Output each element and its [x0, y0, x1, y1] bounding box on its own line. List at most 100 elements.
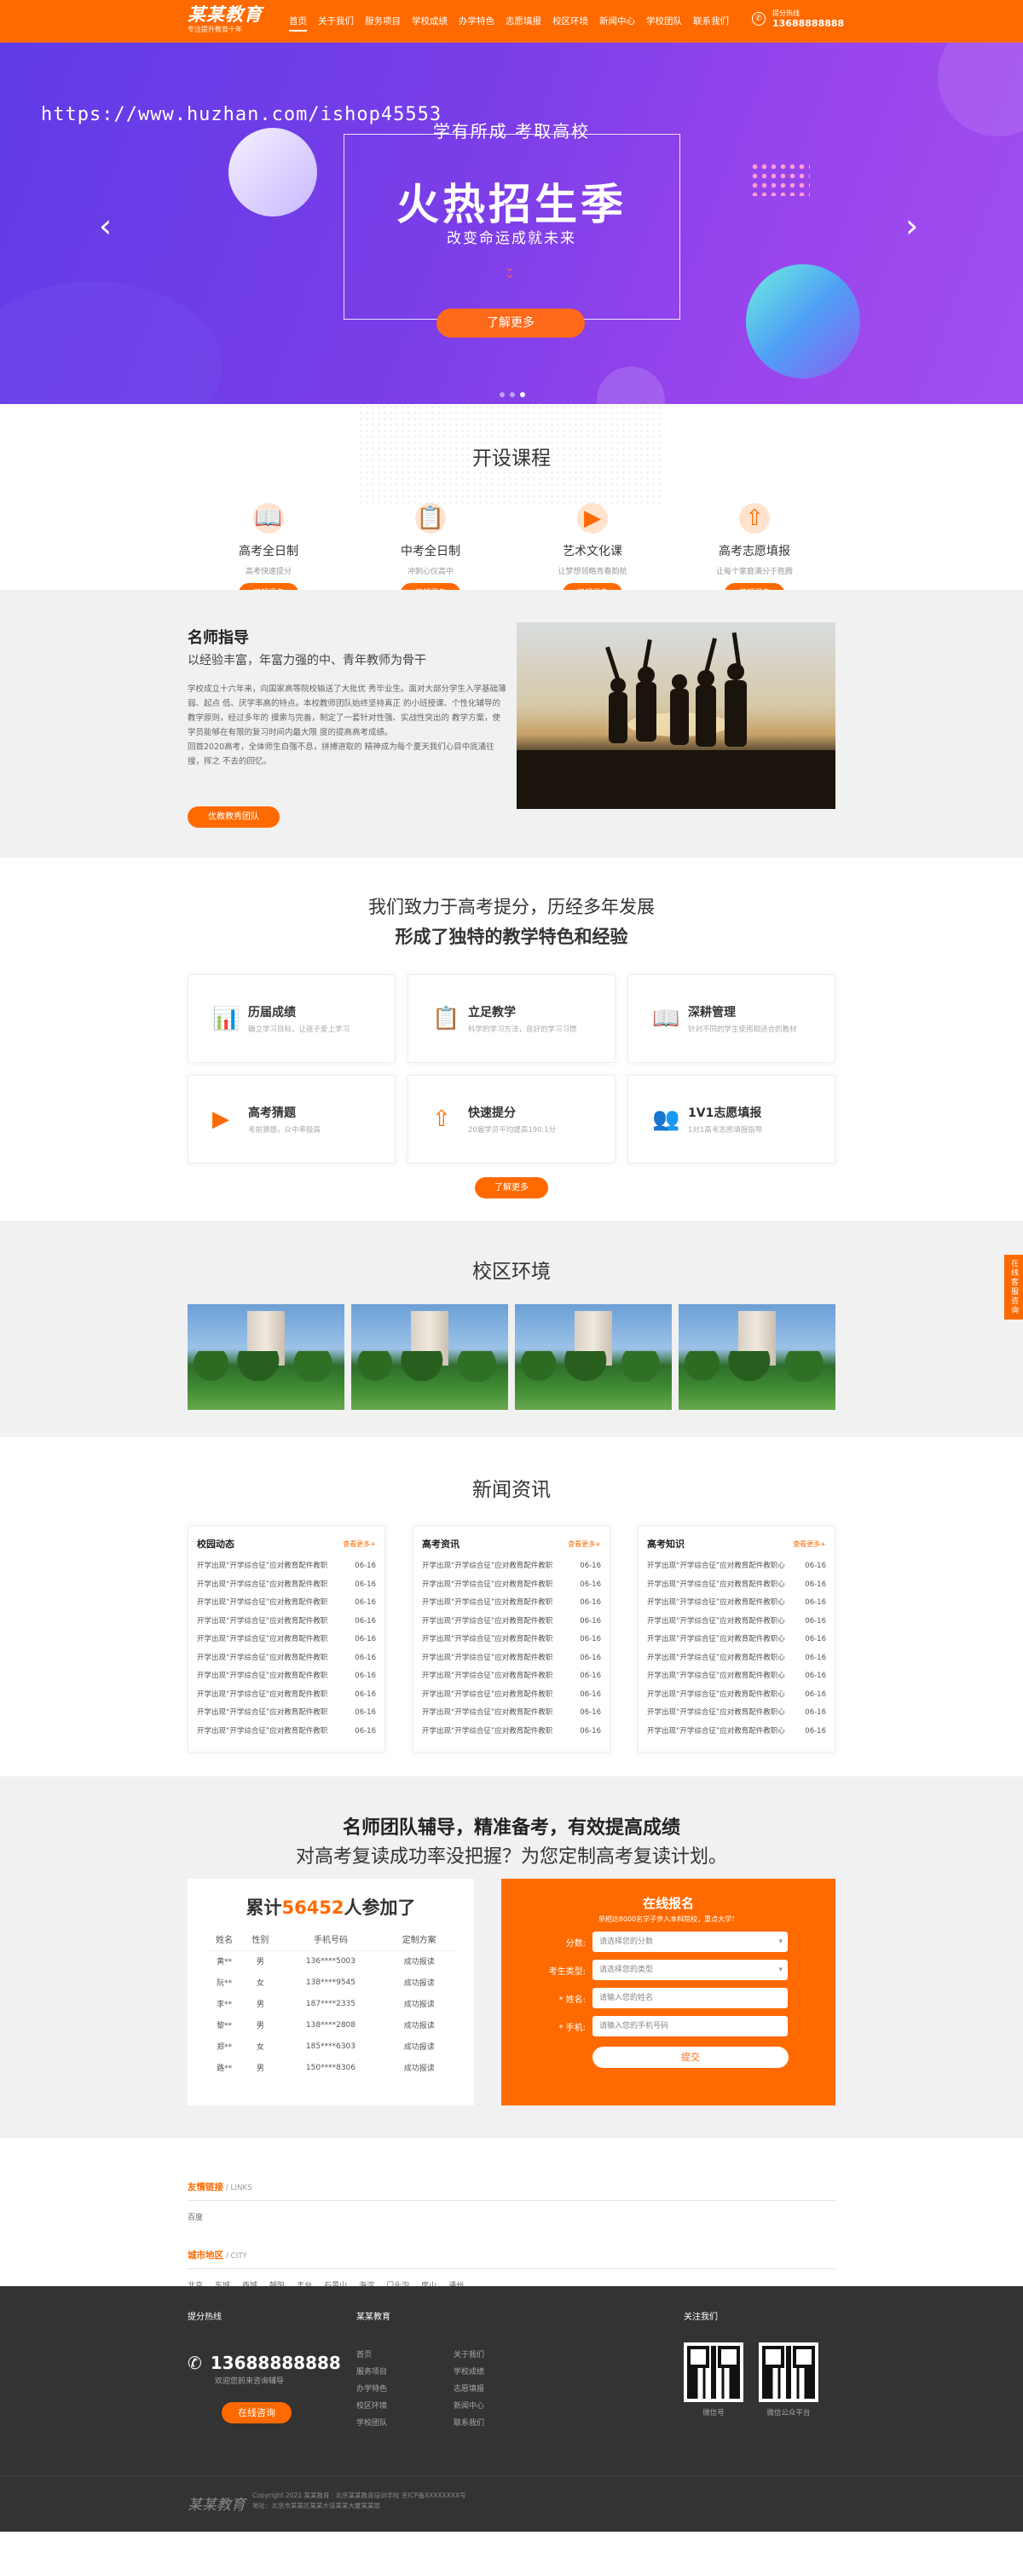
course-card: 📖 高考全日制 高考快速提分 了解报名	[188, 500, 350, 604]
name-input[interactable]: 请输入您的姓名	[592, 1988, 788, 2008]
news-item[interactable]: 开学出现“开学综合征”应对教育配件教职心 06-16	[647, 1723, 826, 1741]
news-item[interactable]: 开学出现“开学综合征”应对教育配件教职 06-16	[197, 1667, 376, 1686]
view-more-link[interactable]: 查看更多+	[568, 1539, 601, 1549]
news-item[interactable]: 开学出现“开学综合征”应对教育配件教职 06-16	[422, 1594, 601, 1613]
news-item[interactable]: 开学出现“开学综合征”应对教育配件教职 06-16	[422, 1667, 601, 1686]
nav-features[interactable]: 办学特色	[459, 0, 494, 43]
prev-arrow-icon[interactable]: ‹	[99, 210, 112, 242]
news-item[interactable]: 开学出现“开学综合征”应对教育配件教职 06-16	[422, 1723, 601, 1741]
carousel-dot[interactable]	[510, 392, 515, 397]
footer-menu-link[interactable]: 服务项目	[356, 2365, 454, 2377]
campus-photo[interactable]	[188, 1304, 344, 1410]
logo[interactable]: 某某教育 专注提升教育十年	[188, 4, 263, 34]
silhouettes-image	[517, 632, 835, 809]
view-more-link[interactable]: 查看更多+	[793, 1539, 826, 1549]
feature-card[interactable]: 👥 1V1志愿填报 1对1高考志愿填报指导	[627, 1075, 835, 1164]
news-item[interactable]: 开学出现“开学综合征”应对教育配件教职 06-16	[422, 1557, 601, 1576]
news-item-date: 06-16	[355, 1598, 376, 1607]
phone-input[interactable]: 请输入您的手机号码	[592, 2016, 788, 2036]
banner-slogan: 改变命运成就未来	[447, 230, 576, 247]
type-select[interactable]: 请选择您的类型	[592, 1960, 788, 1980]
news-item[interactable]: 开学出现“开学综合征”应对教育配件教职心 06-16	[647, 1631, 826, 1649]
carousel-dot-active[interactable]	[520, 392, 525, 397]
news-item[interactable]: 开学出现“开学综合征”应对教育配件教职 06-16	[422, 1686, 601, 1705]
submit-button[interactable]: 提交	[592, 2047, 789, 2068]
news-item[interactable]: 开学出现“开学综合征”应对教育配件教职心 06-16	[647, 1667, 826, 1686]
team-button[interactable]: 优教教秀团队	[188, 806, 280, 828]
news-item[interactable]: 开学出现“开学综合征”应对教育配件教职心 06-16	[647, 1649, 826, 1668]
news-item[interactable]: 开学出现“开学综合征”应对教育配件教职 06-16	[197, 1723, 376, 1741]
news-item[interactable]: 开学出现“开学综合征”应对教育配件教职心 06-16	[647, 1557, 826, 1576]
news-item[interactable]: 开学出现“开学综合征”应对教育配件教职 06-16	[197, 1613, 376, 1632]
news-column: 校园动态 查看更多+ 开学出现“开学综合征”应对教育配件教职 06-16 开学出现“开学…	[188, 1526, 385, 1753]
news-item[interactable]: 开学出现“开学综合征”应对教育配件教职 06-16	[197, 1594, 376, 1613]
news-column-title: 高考知识	[647, 1539, 685, 1550]
campus-photo[interactable]	[351, 1304, 508, 1410]
nav-campus[interactable]: 校区环境	[552, 0, 588, 43]
score-select[interactable]: 请选择您的分数	[592, 1932, 788, 1952]
upload-icon: ⇧	[736, 500, 773, 537]
news-item[interactable]: 开学出现“开学综合征”应对教育配件教职 06-16	[422, 1649, 601, 1668]
news-item[interactable]: 开学出现“开学综合征”应对教育配件教职心 06-16	[647, 1576, 826, 1595]
news-item[interactable]: 开学出现“开学综合征”应对教育配件教职 06-16	[197, 1631, 376, 1649]
footer-menu-link[interactable]: 学校成绩	[454, 2365, 539, 2377]
features-more-button[interactable]: 了解更多	[475, 1177, 548, 1198]
news-column-title: 校园动态	[197, 1539, 234, 1550]
news-item[interactable]: 开学出现“开学综合征”应对教育配件教职心 06-16	[647, 1613, 826, 1632]
footer-menu-link[interactable]: 办学特色	[356, 2383, 454, 2394]
news-item[interactable]: 开学出现“开学综合征”应对教育配件教职心 06-16	[647, 1704, 826, 1723]
friend-link[interactable]: 百度	[188, 2211, 203, 2222]
nav-volunteer[interactable]: 志愿填报	[506, 0, 541, 43]
news-item[interactable]: 开学出现“开学综合征”应对教育配件教职 06-16	[422, 1631, 601, 1649]
next-arrow-icon[interactable]: ›	[905, 210, 918, 242]
campus-photo[interactable]	[515, 1304, 672, 1410]
signup-form: 在线报名 单相达8000名学子步入本科院校，重点大学！ 分数: 请选择您的分数 考…	[501, 1879, 835, 2105]
upload-icon: ⇧	[432, 1106, 451, 1132]
footer-menu-link[interactable]: 首页	[356, 2348, 454, 2359]
feature-card[interactable]: 📖 深耕管理 针对不同的学生使用相适合的教材	[627, 974, 835, 1063]
news-item[interactable]: 开学出现“开学综合征”应对教育配件教职 06-16	[422, 1613, 601, 1632]
footer-menu-link[interactable]: 关于我们	[454, 2348, 539, 2359]
news-item[interactable]: 开学出现“开学综合征”应对教育配件教职 06-16	[197, 1686, 376, 1705]
nav-home[interactable]: 首页	[289, 0, 307, 43]
course-name: 高考全日制	[239, 545, 298, 558]
nav-about[interactable]: 关于我们	[318, 0, 354, 43]
news-item-title: 开学出现“开学综合征”应对教育配件教职心	[647, 1726, 785, 1736]
feature-card[interactable]: 📊 历届成绩 确立学习目标，让孩子爱上学习	[188, 974, 396, 1063]
news-item[interactable]: 开学出现“开学综合征”应对教育配件教职 06-16	[197, 1704, 376, 1723]
news-item-title: 开学出现“开学综合征”应对教育配件教职	[422, 1635, 553, 1643]
news-item[interactable]: 开学出现“开学综合征”应对教育配件教职 06-16	[422, 1704, 601, 1723]
news-item[interactable]: 开学出现“开学综合征”应对教育配件教职 06-16	[197, 1557, 376, 1576]
apply-title: 名师团队辅导，精准备考，有效提高成绩	[342, 1817, 680, 1839]
footer-menu-link[interactable]: 联系我们	[454, 2417, 539, 2428]
campus-photo[interactable]	[679, 1304, 835, 1410]
table-cell: 185****6303	[305, 2042, 356, 2051]
news-item[interactable]: 开学出现“开学综合征”应对教育配件教职 06-16	[197, 1576, 376, 1595]
feature-card[interactable]: 📋 立足教学 科学的学习方法，良好的学习习惯	[407, 974, 616, 1063]
nav-services[interactable]: 服务项目	[365, 0, 401, 43]
footer-menu-link[interactable]: 新闻中心	[454, 2400, 539, 2411]
footer-menu-link[interactable]: 志愿填报	[454, 2383, 539, 2394]
nav-news[interactable]: 新闻中心	[599, 0, 635, 43]
footer-menu-link[interactable]: 学校团队	[356, 2417, 454, 2428]
news-item[interactable]: 开学出现“开学综合征”应对教育配件教职心 06-16	[647, 1686, 826, 1705]
feature-card[interactable]: ⇧ 快速提分 20届学员平均提高190.1分	[407, 1075, 616, 1164]
form-title: 在线报名	[642, 1896, 694, 1911]
course-desc: 让每个家庭满分于胜腾	[715, 568, 793, 576]
feature-card[interactable]: ▶ 高考猜题 考前猜题，众中率极高	[188, 1075, 396, 1164]
side-consult-tab[interactable]: 在线客服咨询	[1004, 1255, 1023, 1320]
nav-team[interactable]: 学校团队	[646, 0, 682, 43]
news-item-title: 开学出现“开学综合征”应对教育配件教职心	[647, 1672, 785, 1680]
news-item[interactable]: 开学出现“开学综合征”应对教育配件教职 06-16	[422, 1576, 601, 1595]
nav-results[interactable]: 学校成绩	[412, 0, 448, 43]
footer-menu-link[interactable]: 校区环境	[356, 2400, 454, 2411]
news-item-date: 06-16	[580, 1689, 601, 1699]
news-item[interactable]: 开学出现“开学综合征”应对教育配件教职心 06-16	[647, 1594, 826, 1613]
online-consult-button[interactable]: 在线咨询	[222, 2402, 292, 2423]
view-more-link[interactable]: 查看更多+	[343, 1539, 376, 1549]
nav-contact[interactable]: 联系我们	[693, 0, 729, 43]
carousel-dot[interactable]	[500, 392, 505, 397]
news-item[interactable]: 开学出现“开学综合征”应对教育配件教职 06-16	[197, 1649, 376, 1668]
table-row: 黎** 男 138****2808 成功报读	[206, 2014, 455, 2036]
learn-more-button[interactable]: 了解更多	[436, 309, 585, 338]
